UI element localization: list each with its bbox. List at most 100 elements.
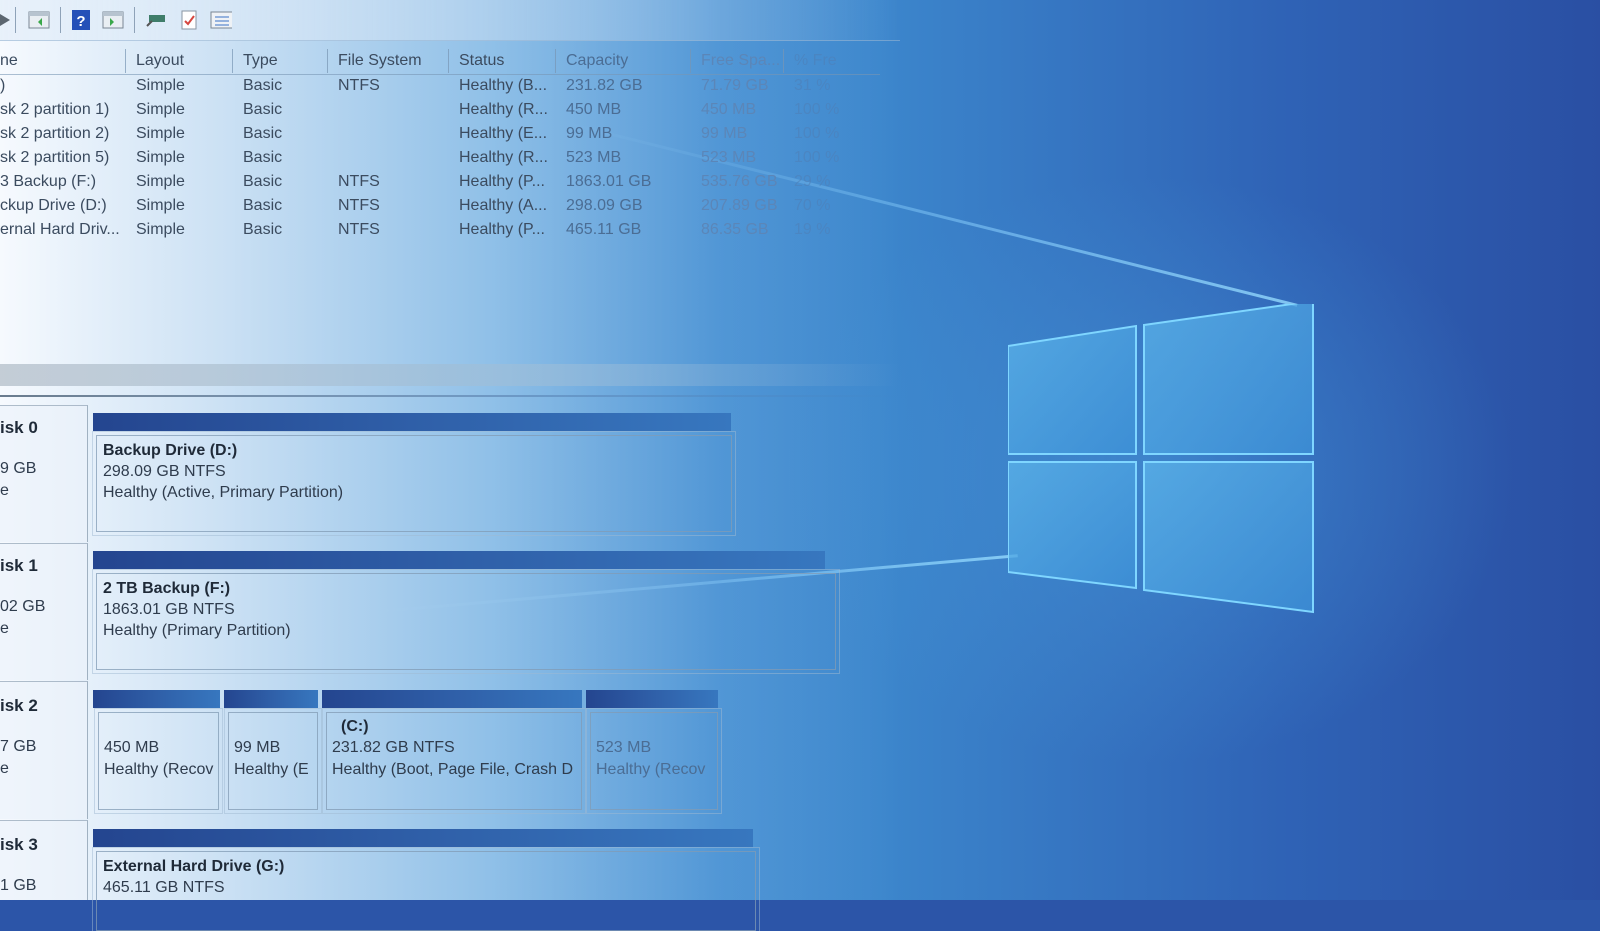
table-row[interactable]: sk 2 partition 5) Simple Basic Healthy (R..…	[0, 146, 880, 170]
volume-status: Healthy (Recov	[104, 761, 214, 778]
table-row[interactable]: ernal Hard Driv... Simple Basic NTFS Healthy…	[0, 218, 880, 242]
table-row[interactable]: sk 2 partition 2) Simple Basic Healthy (E..…	[0, 122, 880, 146]
cell-status: Healthy (B...	[459, 77, 548, 94]
column-header-percent-free[interactable]: % Fre	[784, 49, 854, 73]
volume-recovery-partition-1[interactable]: 450 MB Healthy (Recov	[94, 708, 223, 814]
table-row[interactable]: sk 2 partition 1) Simple Basic Healthy (R..…	[0, 98, 880, 122]
properties-list-icon[interactable]	[210, 9, 232, 31]
volume-title: Backup Drive (D:)	[103, 442, 238, 459]
volume-status: Healthy (Boot, Page File, Crash D	[332, 761, 573, 778]
cell-status: Healthy (P...	[459, 173, 545, 190]
windows-logo-icon	[1008, 304, 1322, 622]
cell-volume: sk 2 partition 1)	[0, 101, 110, 118]
disk-size: 7 GB	[0, 738, 37, 755]
volume-status: Healthy (Primary Partition)	[103, 622, 291, 639]
disk-1-label[interactable]: isk 1 02 GB e	[0, 543, 88, 680]
volume-efi-partition-2[interactable]: 99 MB Healthy (E	[224, 708, 322, 814]
volume-bar	[93, 690, 220, 708]
cell-free: 207.89 GB	[701, 197, 778, 214]
volume-size: 298.09 GB NTFS	[103, 463, 226, 480]
table-row[interactable]: ckup Drive (D:) Simple Basic NTFS Healthy (A…	[0, 194, 880, 218]
volume-size: 1863.01 GB NTFS	[103, 601, 235, 618]
column-header-volume[interactable]: ne	[0, 49, 126, 73]
cell-status: Healthy (R...	[459, 101, 548, 118]
cell-fs: NTFS	[338, 221, 380, 238]
cell-type: Basic	[243, 101, 283, 118]
toolbar-separator	[134, 7, 135, 33]
volume-list-header: ne Layout Type File System Status Capaci…	[0, 49, 880, 75]
table-row[interactable]: ) Simple Basic NTFS Healthy (B... 231.82 GB 71…	[0, 74, 880, 98]
volume-size: 465.11 GB NTFS	[103, 879, 225, 896]
cell-volume: sk 2 partition 2)	[0, 125, 110, 142]
connect-virtual-disk-icon[interactable]	[145, 9, 167, 31]
cell-layout: Simple	[136, 101, 185, 118]
cell-volume: 3 Backup (F:)	[0, 173, 97, 190]
cell-pct: 100 %	[794, 125, 840, 142]
cell-layout: Simple	[136, 221, 185, 238]
volume-title: External Hard Drive (G:)	[103, 858, 285, 875]
column-header-type[interactable]: Type	[233, 49, 328, 73]
volume-bar	[586, 690, 718, 708]
cell-capacity: 99 MB	[566, 125, 613, 142]
cell-free: 71.79 GB	[701, 77, 769, 94]
cell-type: Basic	[243, 149, 283, 166]
disk-name: isk 1	[0, 556, 38, 575]
cell-type: Basic	[243, 173, 283, 190]
cell-layout: Simple	[136, 125, 185, 142]
cell-status: Healthy (A...	[459, 197, 548, 214]
toolbar-separator	[60, 7, 61, 33]
disk-type: e	[0, 760, 9, 777]
cell-capacity: 231.82 GB	[566, 77, 643, 94]
disk-3-label[interactable]: isk 3 1 GB	[0, 820, 88, 900]
cell-free: 450 MB	[701, 101, 757, 118]
cell-fs: NTFS	[338, 77, 380, 94]
volume-size: 450 MB	[104, 739, 160, 756]
column-header-layout[interactable]: Layout	[126, 49, 233, 73]
cell-capacity: 523 MB	[566, 149, 622, 166]
cell-fs: NTFS	[338, 173, 380, 190]
volume-size: 99 MB	[234, 739, 281, 756]
cell-free: 86.35 GB	[701, 221, 769, 238]
cell-volume: sk 2 partition 5)	[0, 149, 110, 166]
table-row[interactable]: 3 Backup (F:) Simple Basic NTFS Healthy (P..…	[0, 170, 880, 194]
volume-title: (C:)	[341, 718, 369, 735]
cell-type: Basic	[243, 125, 283, 142]
disk-size: 02 GB	[0, 598, 46, 615]
disk-size: 9 GB	[0, 460, 37, 477]
volume-size: 231.82 GB NTFS	[332, 739, 455, 756]
pane-splitter[interactable]	[0, 364, 900, 386]
column-header-status[interactable]: Status	[449, 49, 556, 73]
forward-arrow-icon[interactable]	[0, 9, 16, 31]
disk-name: isk 3	[0, 835, 38, 854]
column-header-capacity[interactable]: Capacity	[556, 49, 691, 73]
disk-management-window: ? ne Layout Type File System Status Capa…	[0, 0, 900, 931]
cell-pct: 100 %	[794, 101, 840, 118]
cell-layout: Simple	[136, 149, 185, 166]
column-header-file-system[interactable]: File System	[328, 49, 449, 73]
column-header-free-space[interactable]: Free Spa...	[691, 49, 784, 73]
volume-recovery-partition-5[interactable]: 523 MB Healthy (Recov	[586, 708, 722, 814]
disk-name: isk 0	[0, 418, 38, 437]
cell-free: 523 MB	[701, 149, 757, 166]
cell-type: Basic	[243, 221, 283, 238]
volume-external-hard-drive-g[interactable]: External Hard Drive (G:) 465.11 GB NTFS	[92, 847, 760, 931]
volume-backup-drive-d[interactable]: Backup Drive (D:) 298.09 GB NTFS Healthy…	[92, 431, 736, 536]
show-hide-console-tree-icon[interactable]	[28, 9, 50, 31]
disk-2-label[interactable]: isk 2 7 GB e	[0, 681, 88, 819]
disk-type: e	[0, 620, 9, 637]
toolbar: ?	[0, 0, 900, 41]
volume-bar	[93, 829, 753, 847]
volume-bar	[224, 690, 318, 708]
disk-type: e	[0, 482, 9, 499]
volume-size: 523 MB	[596, 739, 652, 756]
volume-c-drive[interactable]: (C:) 231.82 GB NTFS Healthy (Boot, Page …	[322, 708, 586, 814]
volume-bar	[322, 690, 582, 708]
help-icon[interactable]: ?	[70, 9, 92, 31]
svg-text:?: ?	[76, 13, 85, 30]
check-document-icon[interactable]	[178, 9, 200, 31]
volume-2tb-backup-f[interactable]: 2 TB Backup (F:) 1863.01 GB NTFS Healthy…	[92, 569, 840, 674]
cell-pct: 29 %	[794, 173, 831, 190]
cell-fs	[328, 98, 449, 122]
show-hide-action-pane-icon[interactable]	[102, 9, 124, 31]
disk-0-label[interactable]: isk 0 9 GB e	[0, 405, 88, 542]
